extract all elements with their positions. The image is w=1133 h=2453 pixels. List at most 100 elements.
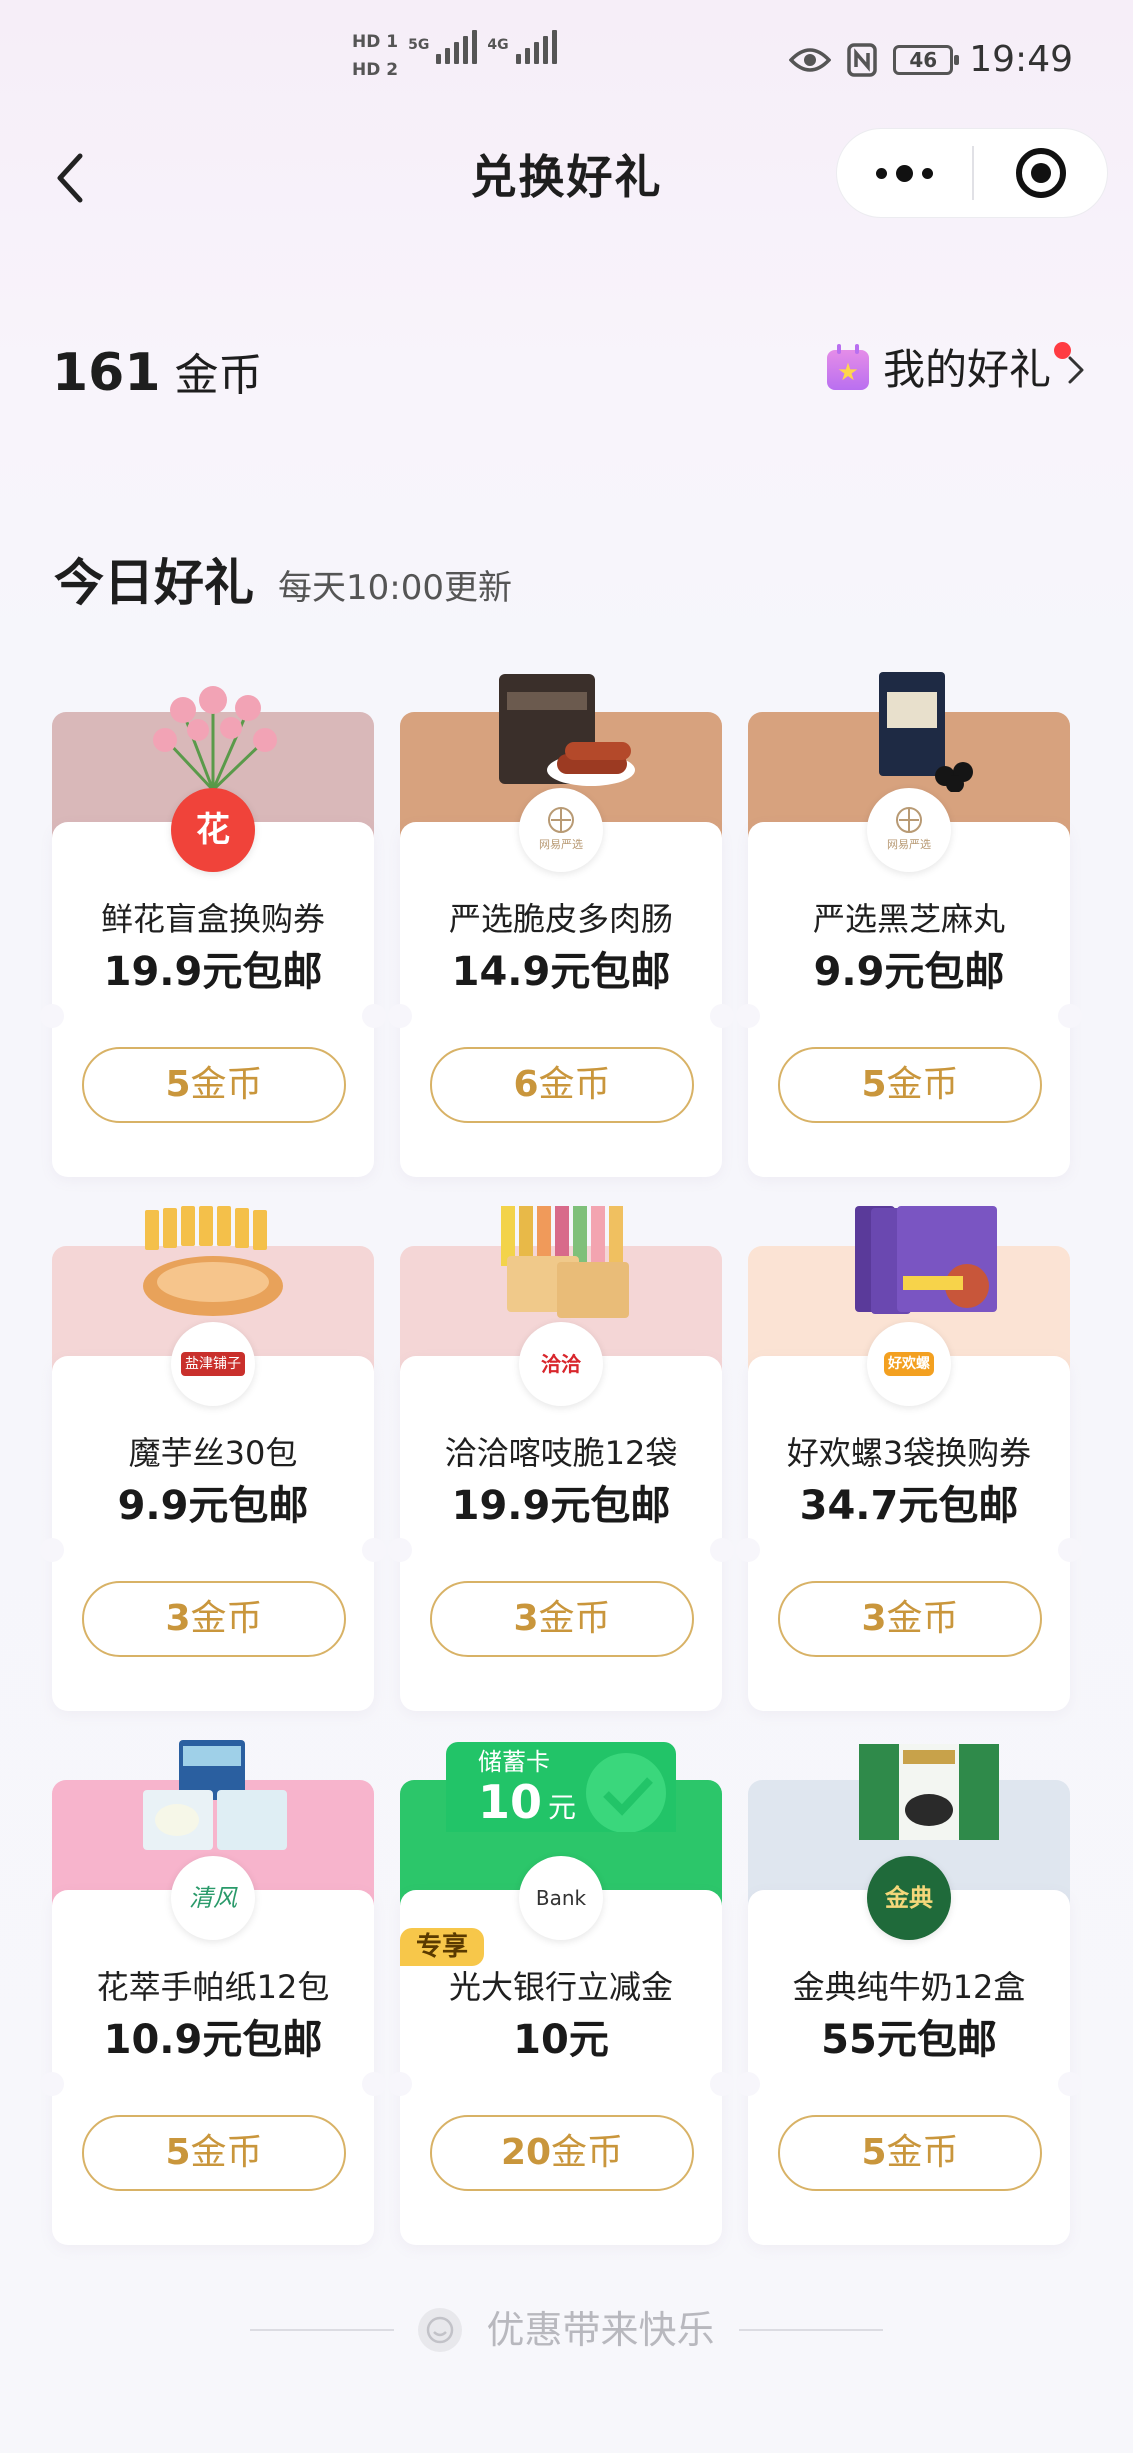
product-card[interactable]: 金典纯牛奶12盒 55元包邮 5金币 金典 <box>736 1744 1082 2245</box>
close-button[interactable] <box>974 128 1107 218</box>
redeem-button[interactable]: 3金币 <box>778 1581 1042 1657</box>
check-watermark-icon <box>586 1753 666 1832</box>
redeem-button[interactable]: 3金币 <box>430 1581 694 1657</box>
product-card[interactable]: 严选脆皮多肉肠 14.9元包邮 6金币 网易严选 <box>388 674 734 1177</box>
yanxuan-logo-icon <box>896 807 922 833</box>
battery-icon: 46 <box>893 45 960 75</box>
product-name: 严选黑芝麻丸 <box>812 900 1005 938</box>
product-price: 9.9元包邮 <box>117 1483 309 1529</box>
product-price: 10元 <box>513 2017 609 2063</box>
brand-logo: 盐津铺子 <box>171 1322 255 1406</box>
redeem-button[interactable]: 5金币 <box>778 1047 1042 1123</box>
nfc-icon <box>847 43 877 77</box>
brand-logo: 网易严选 <box>519 788 603 872</box>
card-amount-unit: 元 <box>548 1791 577 1824</box>
card-amount: 10 <box>478 1775 543 1829</box>
product-card[interactable]: 魔芋丝30包 9.9元包邮 3金币 盐津铺子 <box>40 1206 386 1711</box>
product-price: 9.9元包邮 <box>813 949 1005 995</box>
konjac-snack-image <box>143 1206 283 1316</box>
net1-label: 5G <box>408 37 430 53</box>
section-title: 今日好礼 <box>54 554 254 612</box>
product-name: 鲜花盲盒换购券 <box>100 900 325 938</box>
product-card[interactable]: 储蓄卡 10 元 光大银行立减金 10元 20金币 专享 Bank <box>388 1742 734 2245</box>
smile-logo-icon <box>418 2308 463 2352</box>
redeem-button[interactable]: 3金币 <box>82 1581 346 1657</box>
flower-bouquet-image <box>153 686 277 792</box>
coin-balance: 161 金币 <box>52 338 263 411</box>
product-price: 10.9元包邮 <box>103 2017 323 2063</box>
product-card[interactable]: 严选黑芝麻丸 9.9元包邮 5金币 网易严选 <box>736 672 1082 1177</box>
brand-logo: 花 <box>171 788 255 872</box>
hd2-label: HD 2 <box>352 60 399 80</box>
product-price: 19.9元包邮 <box>103 949 323 995</box>
calendar-gift-icon: ★ <box>826 344 869 390</box>
more-button[interactable] <box>837 128 972 218</box>
redeem-button[interactable]: 5金币 <box>778 2115 1042 2191</box>
redeem-button[interactable]: 5金币 <box>82 1047 346 1123</box>
exclusive-badge: 专享 <box>400 1928 484 1966</box>
hd1-label: HD 1 <box>352 32 399 52</box>
brand-logo: 网易严选 <box>867 788 951 872</box>
sesame-ball-image <box>879 672 973 792</box>
brand-logo: 金典 <box>867 1856 951 1940</box>
footer-slogan: 优惠带来快乐 <box>0 2300 1133 2360</box>
yanxuan-logo-icon <box>548 807 574 833</box>
footer-text: 优惠带来快乐 <box>486 2308 715 2352</box>
redeem-button[interactable]: 20金币 <box>430 2115 694 2191</box>
card-body: 严选脆皮多肉肠 14.9元包邮 6金币 <box>388 822 734 1177</box>
mini-program-capsule <box>836 128 1108 218</box>
redeem-button[interactable]: 6金币 <box>430 1047 694 1123</box>
notification-dot <box>1054 342 1071 359</box>
product-price: 19.9元包邮 <box>451 1483 671 1529</box>
card-body: 魔芋丝30包 9.9元包邮 3金币 <box>40 1356 386 1711</box>
clock: 19:49 <box>969 39 1073 80</box>
footer-divider <box>738 2329 883 2331</box>
coin-unit: 金币 <box>174 350 263 401</box>
brand-logo: 清风 <box>171 1856 255 1940</box>
redeem-button[interactable]: 5金币 <box>82 2115 346 2191</box>
product-card[interactable]: 好欢螺3袋换购券 34.7元包邮 3金币 好欢螺 <box>736 1206 1082 1711</box>
my-gifts-label: 我的好礼 <box>883 340 1071 400</box>
signal-4g-icon: 4G <box>487 30 557 64</box>
card-body: 洽洽喀吱脆12袋 19.9元包邮 3金币 <box>388 1356 734 1711</box>
card-body: 金典纯牛奶12盒 55元包邮 5金币 <box>736 1890 1082 2245</box>
signal-group: HD 1 HD 2 5G 4G <box>352 30 557 82</box>
brand-logo: 洽洽 <box>519 1322 603 1406</box>
product-card[interactable]: 洽洽喀吱脆12袋 19.9元包邮 3金币 洽洽 <box>388 1206 734 1711</box>
cracker-snack-image <box>501 1206 629 1318</box>
product-card[interactable]: 鲜花盲盒换购券 19.9元包邮 5金币 花 <box>40 686 386 1177</box>
product-name: 魔芋丝30包 <box>128 1434 298 1472</box>
target-icon <box>1015 148 1066 198</box>
product-card[interactable]: 花萃手帕纸12包 10.9元包邮 5金币 清风 <box>40 1740 386 2245</box>
tissue-pack-image <box>143 1740 287 1850</box>
card-body: 花萃手帕纸12包 10.9元包邮 5金币 <box>40 1890 386 2245</box>
product-price: 34.7元包邮 <box>799 1483 1019 1529</box>
product-name: 洽洽喀吱脆12袋 <box>444 1434 678 1472</box>
card-body: 严选黑芝麻丸 9.9元包邮 5金币 <box>736 822 1082 1177</box>
product-price: 55元包邮 <box>821 2017 997 2063</box>
snail-noodle-image <box>855 1206 997 1314</box>
card-body: 好欢螺3袋换购券 34.7元包邮 3金币 <box>736 1356 1082 1711</box>
more-dot-icon <box>896 164 913 182</box>
brand-logo: 好欢螺 <box>867 1322 951 1406</box>
footer-divider <box>250 2329 395 2331</box>
net2-label: 4G <box>487 37 509 53</box>
coin-count: 161 <box>52 343 161 403</box>
brand-logo: Bank <box>519 1856 603 1940</box>
signal-5g-icon: 5G <box>408 30 478 64</box>
section-subtitle: 每天10:00更新 <box>278 568 512 608</box>
status-right: 46 19:49 <box>789 40 1073 80</box>
my-gifts-link[interactable]: ★ 我的好礼 <box>826 340 1087 400</box>
battery-level: 46 <box>909 48 938 72</box>
sausage-pack-image <box>499 674 635 786</box>
more-dot-icon <box>922 167 933 179</box>
product-name: 严选脆皮多肉肠 <box>448 900 673 938</box>
product-name: 好欢螺3袋换购券 <box>786 1434 1032 1472</box>
milk-box-image <box>859 1744 999 1840</box>
bank-card-graphic: 储蓄卡 10 元 <box>446 1742 676 1832</box>
card-body: 鲜花盲盒换购券 19.9元包邮 5金币 <box>40 822 386 1177</box>
product-name: 光大银行立减金 <box>448 1968 673 2006</box>
card-type-label: 储蓄卡 <box>478 1748 550 1776</box>
status-bar: HD 1 HD 2 5G 4G 46 19:49 <box>0 0 1133 120</box>
more-dot-icon <box>876 167 887 179</box>
